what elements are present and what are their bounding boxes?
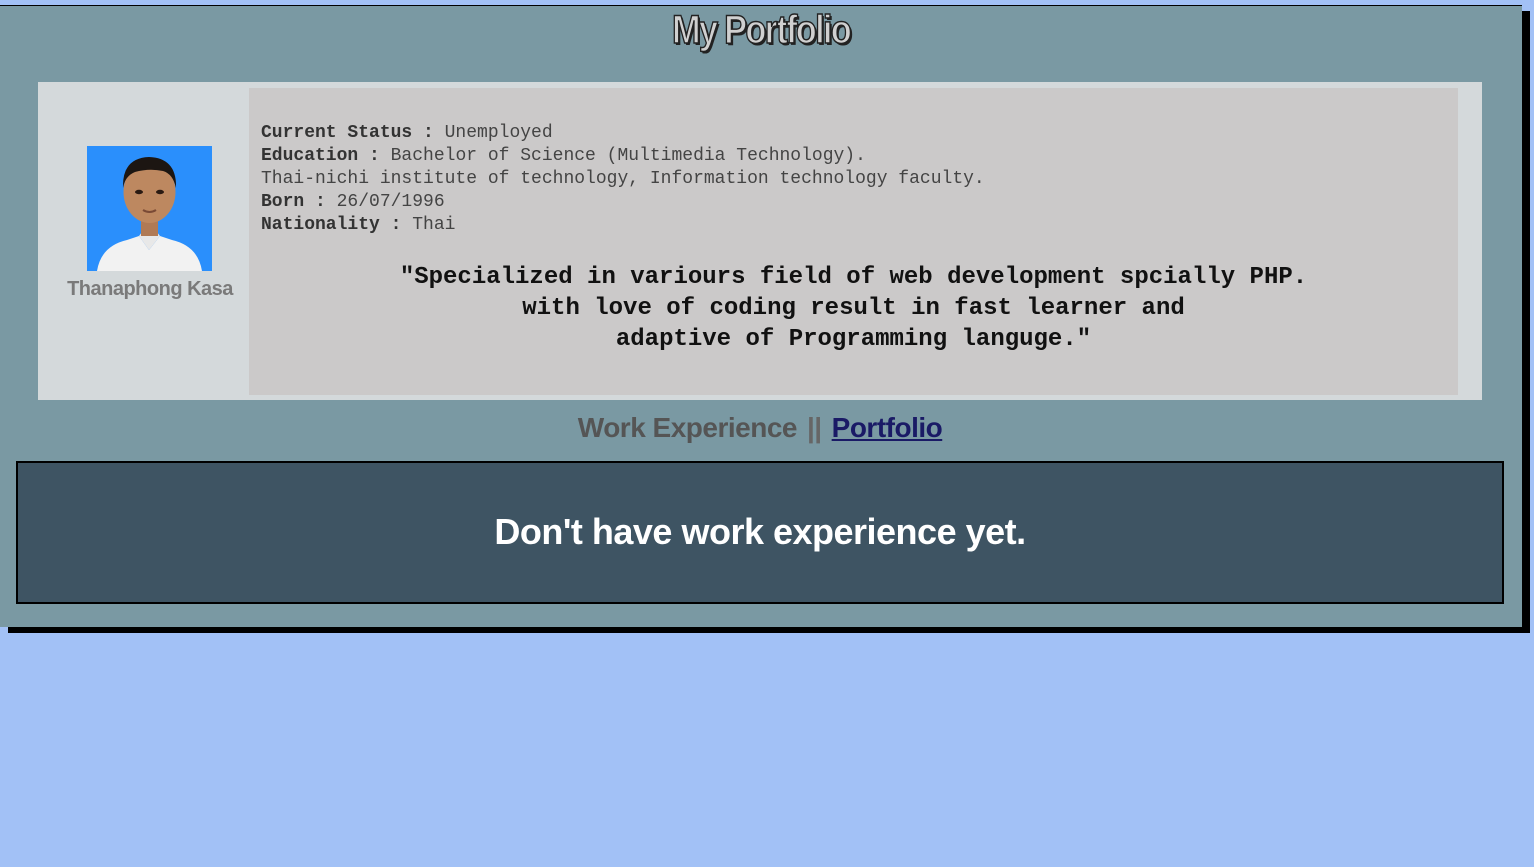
profile-card: Thanaphong Kasa Current Status : Unemplo… — [38, 82, 1482, 400]
info-value: Thai-nichi institute of technology, Info… — [261, 169, 985, 189]
quote-line: "Specialized in variours field of web de… — [399, 264, 1308, 291]
quote-line: adaptive of Programming languge." — [615, 326, 1092, 353]
work-experience-tab[interactable]: Work Experience — [578, 412, 798, 443]
experience-message: Don't have work experience yet. — [494, 511, 1026, 552]
info-value: Unemployed — [433, 123, 553, 143]
experience-panel: Don't have work experience yet. — [16, 461, 1504, 604]
page-frame: My Portfolio Thanaphong Kasa Current Sta… — [0, 5, 1522, 627]
section-nav: Work Experience || Portfolio — [0, 412, 1520, 444]
info-row-education: Education : Bachelor of Science (Multime… — [261, 145, 985, 168]
person-photo-icon — [87, 146, 212, 271]
quote-line: with love of coding result in fast learn… — [522, 295, 1185, 322]
portfolio-link[interactable]: Portfolio — [832, 412, 943, 443]
nav-separator: || — [806, 412, 822, 443]
info-value: 26/07/1996 — [325, 192, 445, 212]
info-list: Current Status : Unemployed Education : B… — [261, 122, 985, 237]
person-name: Thanaphong Kasa — [67, 278, 233, 300]
info-label: Nationality : — [261, 215, 402, 235]
profile-quote: "Specialized in variours field of web de… — [249, 262, 1458, 355]
site-title: My Portfolio — [671, 7, 852, 53]
info-row-institute: Thai-nichi institute of technology, Info… — [261, 168, 985, 191]
info-value: Bachelor of Science (Multimedia Technolo… — [379, 146, 866, 166]
avatar — [87, 146, 212, 271]
info-value: Thai — [401, 215, 456, 235]
info-row-born: Born : 26/07/1996 — [261, 191, 985, 214]
info-label: Born : — [261, 192, 326, 212]
info-row-status: Current Status : Unemployed — [261, 122, 985, 145]
info-label: Current Status : — [261, 123, 434, 143]
info-panel: Current Status : Unemployed Education : B… — [249, 88, 1458, 395]
info-row-nationality: Nationality : Thai — [261, 214, 985, 237]
info-label: Education : — [261, 146, 380, 166]
